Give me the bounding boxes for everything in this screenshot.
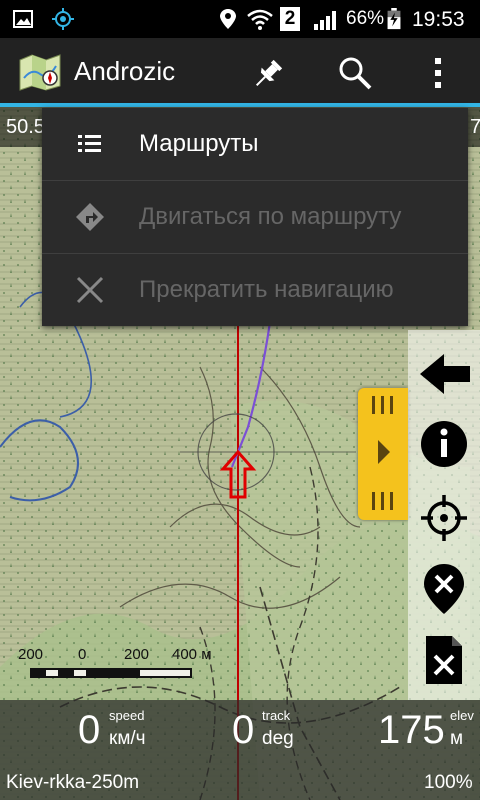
sim-badge: 2 bbox=[280, 7, 300, 31]
map-name: Kiev-rkka-250m bbox=[6, 772, 140, 793]
status-bar: 2 66% 19:53 bbox=[0, 0, 480, 38]
directions-icon bbox=[76, 203, 104, 231]
crosshair-icon[interactable] bbox=[420, 494, 468, 542]
speed-value: 0 bbox=[78, 708, 101, 752]
close-icon bbox=[76, 276, 104, 304]
scale-segment bbox=[60, 670, 74, 676]
menu-item-label: Двигаться по маршруту bbox=[139, 203, 402, 230]
scale-label: 200 bbox=[124, 646, 150, 663]
file-remove-icon[interactable] bbox=[424, 634, 464, 686]
menu-item-stop-navigation[interactable]: Прекратить навигацию bbox=[42, 254, 468, 326]
scale-segment bbox=[88, 670, 140, 676]
track-label: track bbox=[262, 708, 291, 723]
sim-badge-text: 2 bbox=[284, 8, 296, 29]
scale-segment bbox=[46, 670, 60, 676]
marker-remove-icon[interactable] bbox=[422, 562, 466, 616]
zoom-level: 100% bbox=[424, 772, 473, 793]
app-logo-icon[interactable] bbox=[18, 52, 62, 92]
menu-item-label: Маршруты bbox=[139, 130, 259, 157]
scale-label: 0 bbox=[78, 646, 87, 663]
battery-percent: 66% bbox=[346, 8, 385, 29]
navigation-menu: Маршруты Двигаться по маршруту Прекратит… bbox=[42, 108, 468, 326]
wifi-icon bbox=[247, 9, 273, 30]
elevation-label: elev bbox=[450, 708, 474, 723]
track-value: 0 bbox=[232, 708, 255, 752]
overflow-menu-icon[interactable] bbox=[430, 56, 446, 90]
elevation-value: 175 bbox=[378, 708, 445, 752]
action-bar bbox=[0, 38, 480, 106]
location-icon bbox=[220, 9, 236, 29]
battery-icon bbox=[387, 8, 401, 30]
track-unit: deg bbox=[262, 728, 294, 749]
menu-item-routes[interactable]: Маршруты bbox=[42, 108, 468, 180]
scale-segment bbox=[32, 670, 46, 676]
elevation-unit: м bbox=[450, 728, 464, 749]
menu-item-label: Прекратить навигацию bbox=[139, 276, 394, 303]
panel-slider-handle[interactable] bbox=[358, 388, 408, 520]
arrow-left-icon[interactable] bbox=[418, 352, 472, 396]
list-icon bbox=[78, 135, 101, 152]
gps-icon bbox=[52, 8, 74, 30]
latitude-readout: 50.5 bbox=[6, 116, 45, 138]
clock: 19:53 bbox=[412, 8, 465, 31]
speed-unit: км/ч bbox=[109, 728, 146, 749]
signal-icon bbox=[314, 11, 336, 30]
pin-icon[interactable] bbox=[250, 56, 286, 92]
scale-label: 400 м bbox=[172, 646, 212, 663]
info-icon[interactable] bbox=[420, 420, 468, 468]
slider-grip-icon bbox=[372, 396, 393, 510]
scale-label: 200 bbox=[18, 646, 44, 663]
image-icon bbox=[13, 10, 33, 28]
scale-segment bbox=[74, 670, 88, 676]
app-title: Androzic bbox=[74, 56, 176, 86]
map-scale-bar bbox=[30, 668, 192, 678]
search-icon[interactable] bbox=[336, 54, 374, 92]
longitude-readout: 7 bbox=[470, 116, 480, 138]
speed-label: speed bbox=[109, 708, 145, 723]
menu-item-follow-route[interactable]: Двигаться по маршруту bbox=[42, 181, 468, 253]
